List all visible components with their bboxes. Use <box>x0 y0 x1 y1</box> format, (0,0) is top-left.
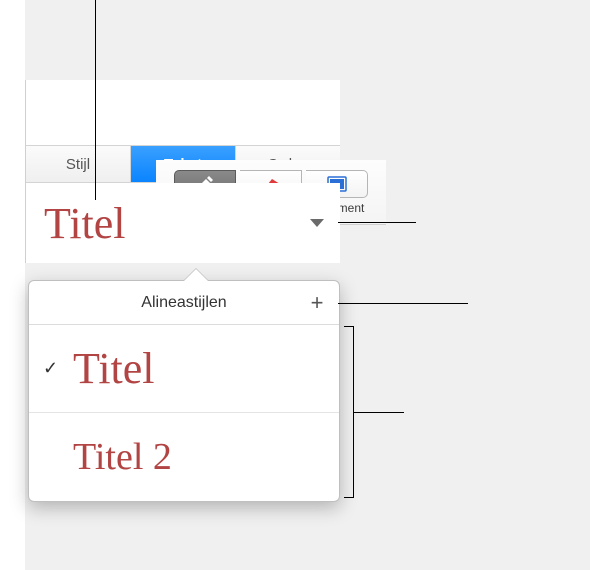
paragraph-style-selector[interactable]: Titel <box>26 183 340 263</box>
paragraph-styles-popover: Alineastijlen + ✓ Titel Titel 2 <box>28 280 340 502</box>
style-option-label: Titel <box>73 343 155 394</box>
style-option-label: Titel 2 <box>73 435 172 479</box>
style-option-titel-2[interactable]: Titel 2 <box>29 413 339 501</box>
callout-leader <box>95 0 96 200</box>
inspector-panel: Opmaak Animatie Document <box>25 80 340 263</box>
callout-leader <box>338 222 416 223</box>
callout-leader <box>338 303 468 304</box>
popover-header: Alineastijlen + <box>29 281 339 325</box>
callout-bracket <box>344 326 354 498</box>
chevron-down-icon <box>310 219 324 227</box>
add-style-button[interactable]: + <box>305 291 329 315</box>
current-style-name: Titel <box>44 198 126 249</box>
plus-icon: + <box>311 290 324 316</box>
document-canvas-edge <box>0 0 25 570</box>
tab-style[interactable]: Stijl <box>26 146 131 182</box>
callout-leader <box>354 412 404 413</box>
checkmark-icon: ✓ <box>43 358 58 379</box>
tab-style-label: Stijl <box>66 156 90 173</box>
style-option-titel[interactable]: ✓ Titel <box>29 325 339 413</box>
popover-title: Alineastijlen <box>141 294 226 312</box>
